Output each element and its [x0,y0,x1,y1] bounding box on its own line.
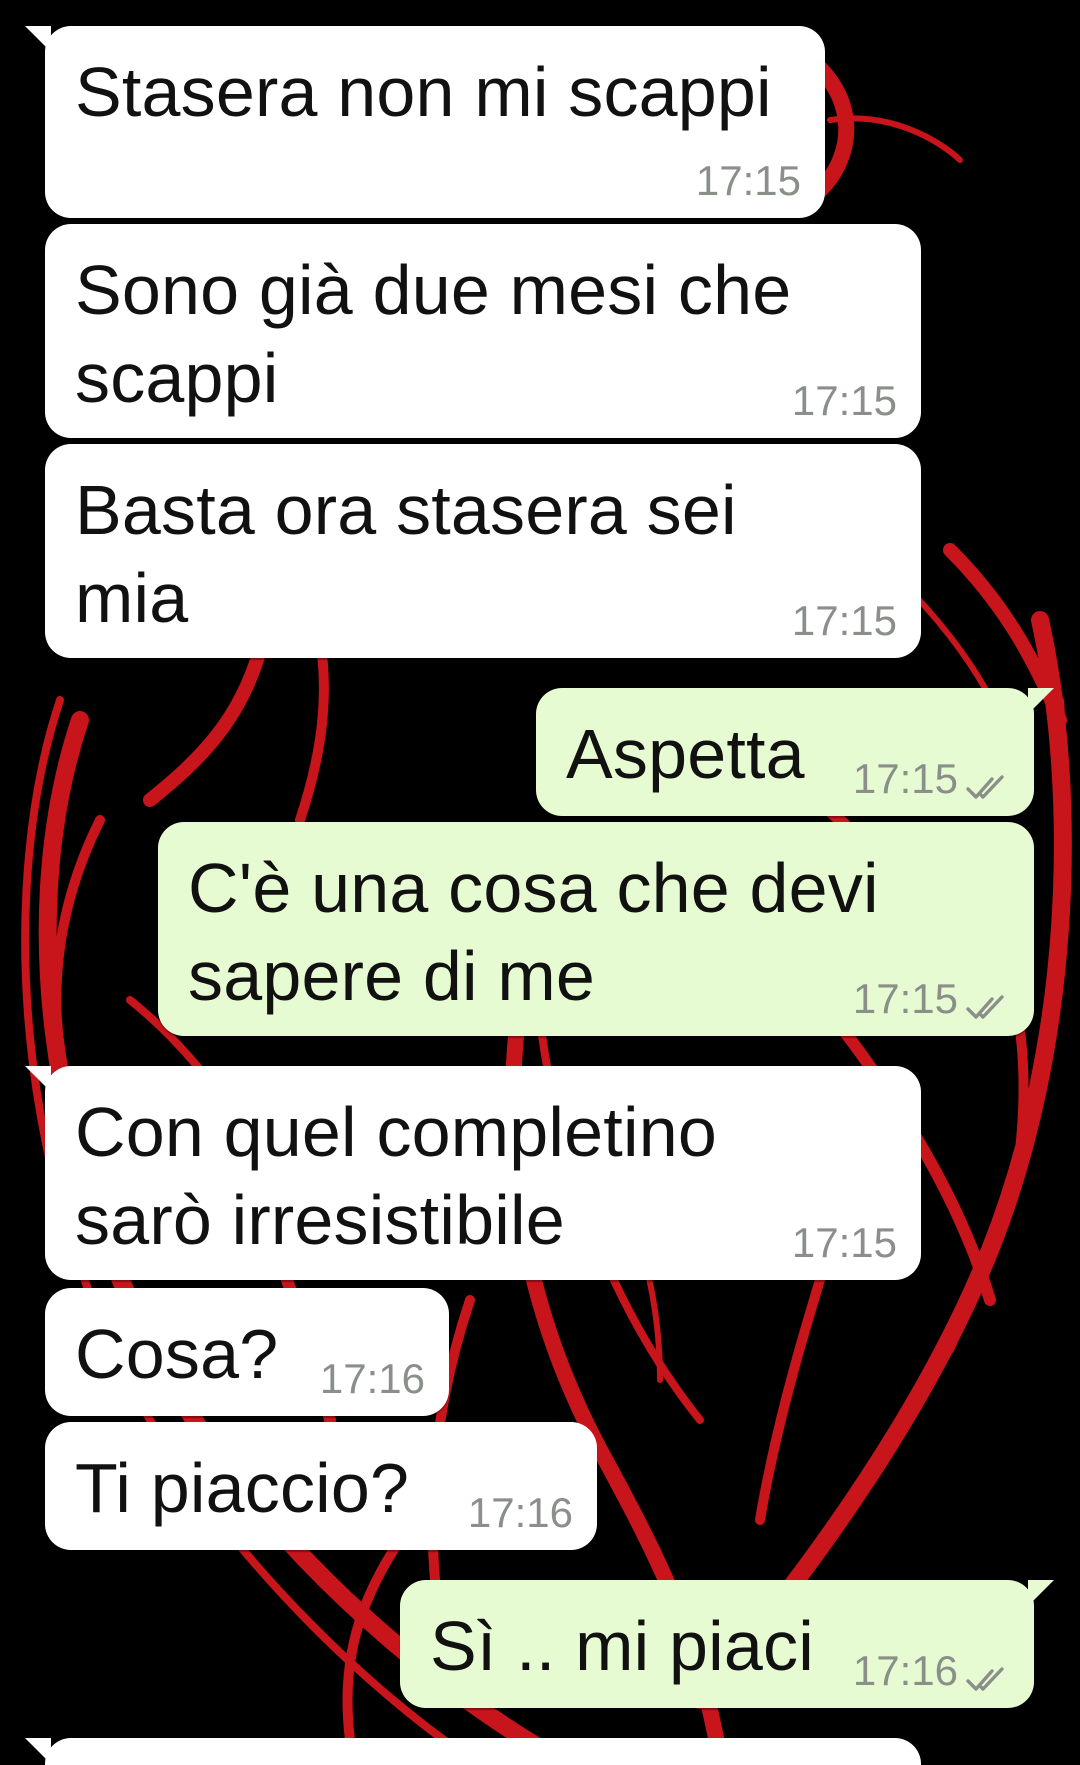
double-check-icon [964,984,1008,1019]
message-meta: 17:15 [853,754,1008,804]
double-check-icon [964,764,1008,799]
message-meta: 17:15 [853,974,1008,1024]
message-meta: 17:16 [468,1488,573,1538]
incoming-message-bubble[interactable]: Sono già due mesi che scappi 17:15 [45,224,921,438]
incoming-message-bubble[interactable]: Basta ora stasera sei mia 17:15 [45,444,921,658]
message-text: Sì .. mi piaci [430,1607,815,1685]
message-meta: 17:16 [320,1354,425,1404]
message-timestamp: 17:15 [852,975,958,1022]
incoming-message-bubble[interactable]: Stasera non mi scappi 17:15 [25,26,825,218]
message-timestamp: 17:16 [319,1355,425,1402]
bubble-tail [25,26,51,52]
message-timestamp: 17:16 [852,1647,958,1694]
message-meta: 17:15 [696,156,801,206]
incoming-message-bubble[interactable]: Con quel completino sarò irresistibile 17… [25,1066,921,1280]
message-text: Ti piaccio? [75,1449,410,1527]
message-text: Stasera non mi scappi [75,53,772,131]
outgoing-message-bubble[interactable]: Aspetta 17:15 [536,688,1054,816]
message-text: C'è una cosa che devi sapere di me [188,849,879,1015]
message-text: Sono già due mesi che scappi [75,251,792,417]
bubble-tail [1028,1580,1054,1606]
message-timestamp: 17:15 [695,157,801,204]
outgoing-message-bubble[interactable]: C'è una cosa che devi sapere di me 17:15 [158,822,1034,1036]
message-text: Basta ora stasera sei mia [75,471,737,637]
double-check-icon [964,1656,1008,1691]
bubble-tail [25,1066,51,1092]
incoming-message-bubble[interactable]: Ti piaccio? 17:16 [45,1422,597,1550]
message-meta: 17:15 [792,376,897,426]
incoming-message-bubble-partial[interactable] [25,1738,921,1765]
message-timestamp: 17:15 [791,377,897,424]
message-text: Aspetta [566,715,805,793]
message-text: Cosa? [75,1315,279,1393]
message-meta: 17:16 [853,1646,1008,1696]
outgoing-message-bubble[interactable]: Sì .. mi piaci 17:16 [400,1580,1054,1708]
message-timestamp: 17:16 [467,1489,573,1536]
message-meta: 17:15 [792,596,897,646]
bubble-tail [25,1738,51,1764]
message-timestamp: 17:15 [791,1219,897,1266]
bubble-tail [1028,688,1054,714]
incoming-message-bubble[interactable]: Cosa? 17:16 [45,1288,449,1416]
message-meta: 17:15 [792,1218,897,1268]
message-timestamp: 17:15 [852,755,958,802]
message-timestamp: 17:15 [791,597,897,644]
message-text: Con quel completino sarò irresistibile [75,1093,717,1259]
